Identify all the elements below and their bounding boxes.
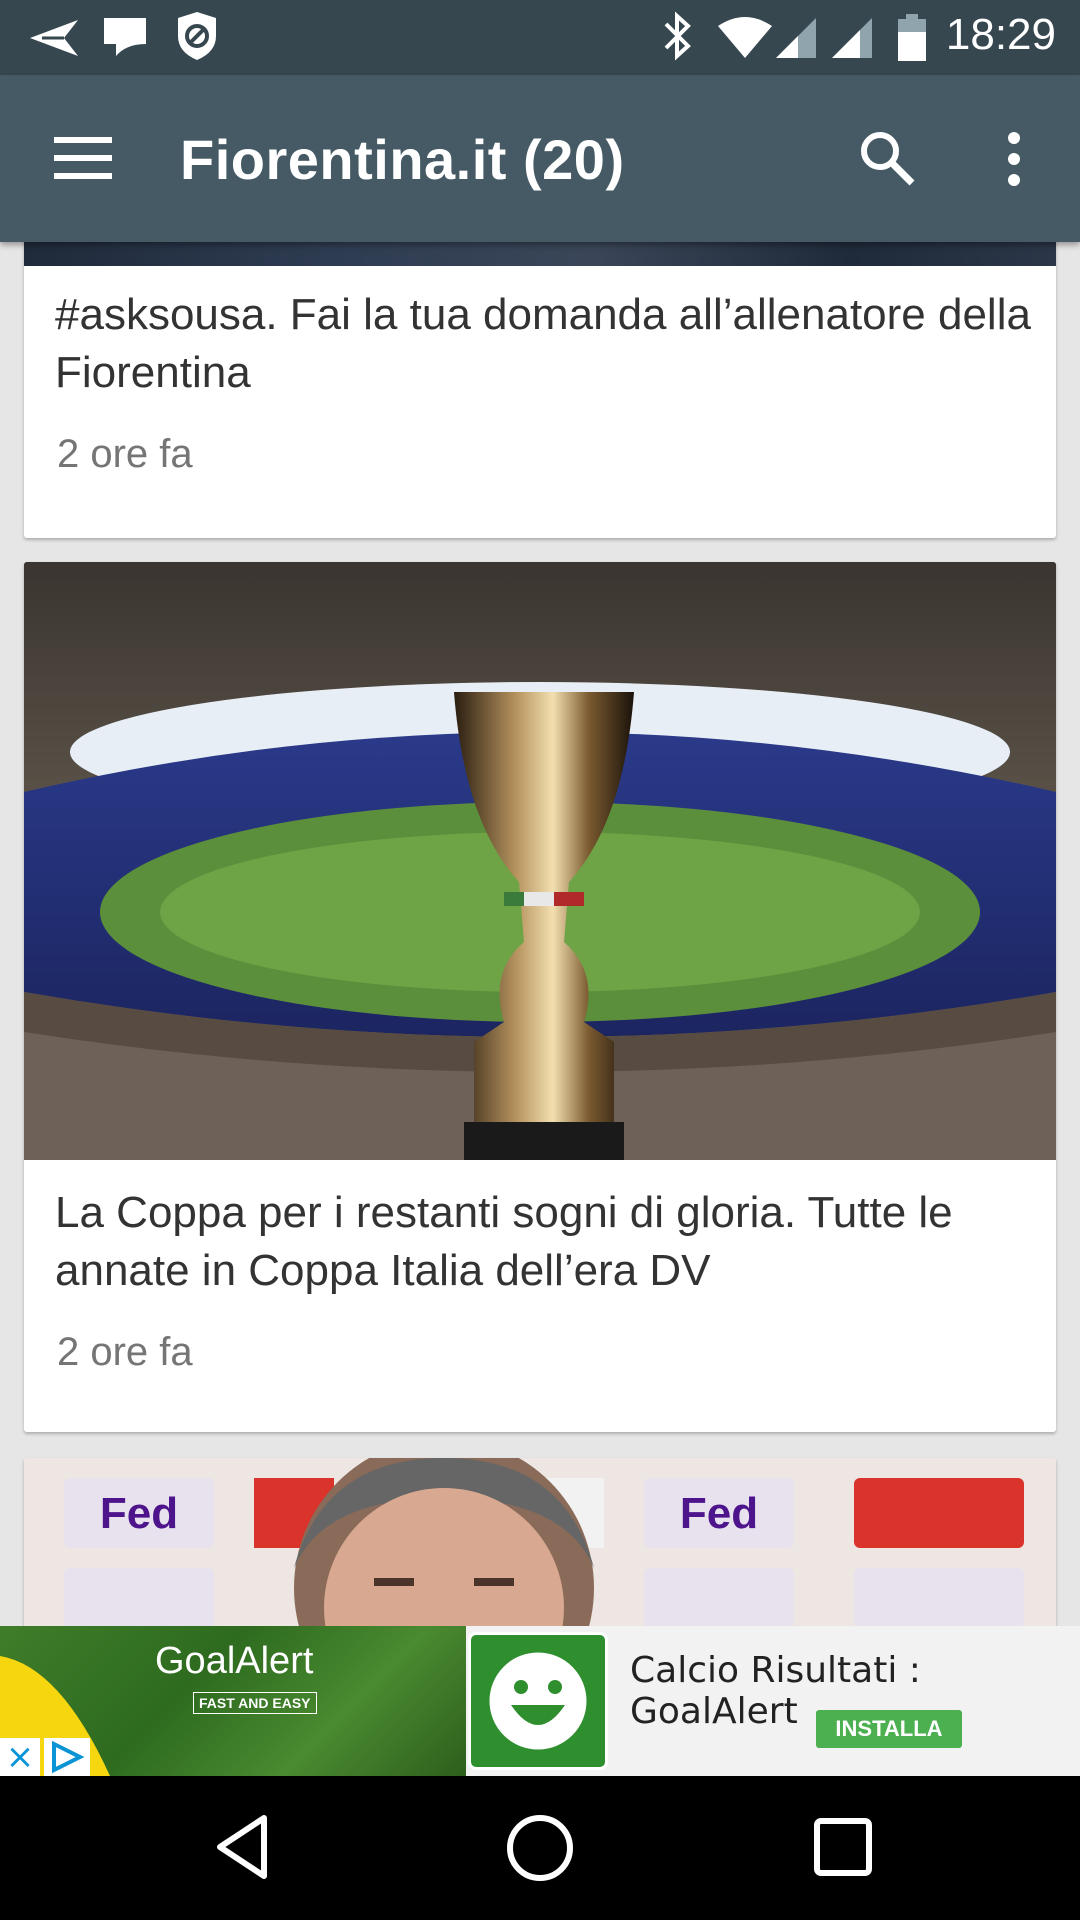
battery-icon (898, 14, 926, 61)
article-image: Fed Fed (24, 1458, 1056, 1626)
app-bar: Fiorentina.it (20) (0, 75, 1080, 242)
ad-brand: GoalAlert (155, 1640, 314, 1682)
home-icon[interactable] (504, 1812, 576, 1884)
clock: 18:29 (945, 10, 1056, 59)
status-bar: 18:29 (0, 0, 1080, 75)
send-icon (30, 20, 78, 56)
wifi-icon (718, 17, 772, 58)
article-card[interactable]: #asksousa. Fai la tua domanda all’allena… (24, 242, 1056, 538)
stadium-trophy-image (24, 562, 1056, 1160)
svg-text:Fed: Fed (680, 1489, 758, 1538)
menu-icon[interactable] (54, 135, 112, 181)
article-title[interactable]: #asksousa. Fai la tua domanda all’allena… (55, 286, 1035, 402)
shield-icon (178, 12, 216, 60)
signal-icon (776, 18, 816, 58)
article-card[interactable]: Fed Fed (24, 1458, 1056, 1626)
article-card[interactable]: La Coppa per i restanti sogni di gloria.… (24, 562, 1056, 1432)
signal-icon (832, 18, 872, 58)
article-image (24, 562, 1056, 1160)
back-icon[interactable] (212, 1812, 272, 1882)
ad-tagline: FAST AND EASY (193, 1692, 317, 1714)
article-feed[interactable]: #asksousa. Fai la tua domanda all’allena… (0, 242, 1080, 1626)
page-title: Fiorentina.it (20) (180, 128, 625, 191)
bluetooth-icon (664, 11, 691, 61)
search-icon[interactable] (858, 129, 916, 187)
ad-banner[interactable]: GoalAlert FAST AND EASY Calcio Risultati… (0, 1626, 1080, 1776)
more-vert-icon[interactable] (1000, 131, 1028, 187)
press-conference-image: Fed Fed (24, 1458, 1056, 1626)
notification-icon (104, 18, 146, 56)
recents-icon[interactable] (812, 1816, 874, 1878)
article-title[interactable]: La Coppa per i restanti sogni di gloria.… (55, 1184, 1035, 1300)
goalalert-logo-icon[interactable] (468, 1632, 608, 1770)
navigation-bar (0, 1776, 1080, 1920)
article-time: 2 ore fa (57, 1330, 193, 1374)
article-image (24, 242, 1056, 266)
close-icon[interactable]: × (0, 1738, 40, 1776)
article-time: 2 ore fa (57, 432, 193, 476)
install-button[interactable]: INSTALLA (816, 1710, 962, 1748)
ad-choices-icon[interactable] (44, 1738, 90, 1776)
svg-text:Fed: Fed (100, 1489, 178, 1538)
